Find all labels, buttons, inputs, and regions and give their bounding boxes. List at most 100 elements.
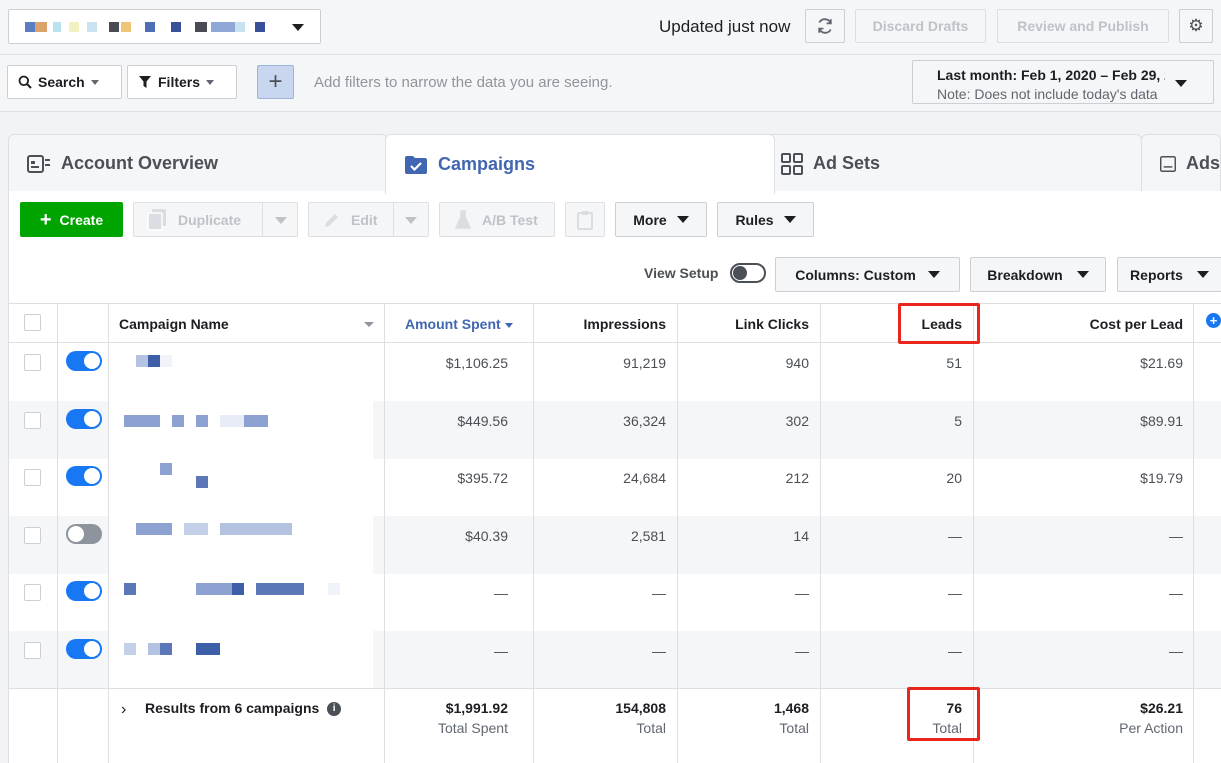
review-publish-button[interactable]: Review and Publish <box>997 9 1169 43</box>
info-icon[interactable]: i <box>327 702 342 717</box>
tab-ads[interactable]: Ads <box>1141 134 1221 192</box>
top-bar: Updated just now Discard Drafts Review a… <box>0 0 1221 55</box>
cell-link-clicks: 302 <box>785 412 809 429</box>
cell-leads: 20 <box>946 470 962 486</box>
duplicate-button[interactable]: Duplicate <box>133 202 298 237</box>
column-header-cost-per-lead[interactable]: Cost per Lead <box>1090 316 1183 332</box>
filters-label: Filters <box>158 74 201 90</box>
tab-account-overview[interactable]: Account Overview <box>8 134 388 192</box>
breakdown-label: Breakdown <box>987 266 1063 283</box>
campaign-status-toggle[interactable] <box>66 466 102 486</box>
tab-ad-sets[interactable]: Ad Sets <box>762 134 1142 192</box>
create-button[interactable]: + Create <box>20 202 123 237</box>
row-checkbox[interactable] <box>24 354 41 371</box>
expand-chevron-icon[interactable]: › <box>121 701 126 719</box>
campaign-status-toggle[interactable] <box>66 581 102 601</box>
row-checkbox[interactable] <box>24 411 41 429</box>
campaign-name-redacted[interactable] <box>108 458 373 516</box>
redacted-block <box>160 463 172 475</box>
total-clicks-label: Total <box>779 720 809 736</box>
date-range-picker[interactable]: Last month: Feb 1, 2020 – Feb 29, 2020 N… <box>912 60 1214 104</box>
account-selector[interactable] <box>8 9 321 44</box>
rules-label: Rules <box>735 211 774 228</box>
cell-amount-spent: $395.72 <box>457 470 508 486</box>
campaign-name-redacted[interactable] <box>108 630 373 689</box>
rules-button[interactable]: Rules <box>717 202 814 237</box>
table-row[interactable]: $1,106.25 91,219 940 51 $21.69 <box>9 343 1221 401</box>
campaign-status-toggle[interactable] <box>66 523 102 544</box>
cell-link-clicks: — <box>795 585 809 601</box>
chevron-down-icon <box>1076 271 1089 278</box>
redacted-block <box>256 583 304 595</box>
campaign-status-toggle[interactable] <box>66 638 102 659</box>
table-row[interactable]: $449.56 36,324 302 5 $89.91 <box>9 400 1221 459</box>
breakdown-button[interactable]: Breakdown <box>970 257 1106 292</box>
grid-icon <box>781 152 803 175</box>
edit-button[interactable]: Edit <box>308 202 429 237</box>
ab-test-button[interactable]: A/B Test <box>439 202 555 237</box>
add-column-icon[interactable]: + <box>1206 313 1221 328</box>
gear-icon: ⚙ <box>1188 16 1204 35</box>
column-header-amount-spent[interactable]: Amount Spent <box>405 316 513 332</box>
clipboard-icon <box>577 210 593 230</box>
cell-cost-per-lead: $19.79 <box>1140 470 1183 486</box>
chevron-down-icon <box>275 217 287 224</box>
campaign-status-toggle[interactable] <box>66 408 102 429</box>
column-header-campaign-name[interactable]: Campaign Name <box>119 316 229 332</box>
date-range-label: Last month: Feb 1, 2020 – Feb 29, 2020 <box>937 67 1165 83</box>
cell-amount-spent: — <box>494 642 508 659</box>
cell-impressions: — <box>652 642 666 659</box>
search-button[interactable]: Search <box>7 65 122 99</box>
clipboard-button[interactable] <box>565 202 605 237</box>
duplicate-icon <box>147 208 166 231</box>
row-checkbox[interactable] <box>24 469 41 486</box>
table-row[interactable]: — — — — — <box>9 573 1221 631</box>
chevron-down-icon <box>1196 271 1209 278</box>
refresh-icon <box>818 18 832 34</box>
ad-icon <box>1160 155 1176 172</box>
redacted-block <box>196 643 220 655</box>
cell-cost-per-lead: $21.69 <box>1140 355 1183 371</box>
cell-impressions: — <box>652 585 666 601</box>
search-label: Search <box>38 74 85 90</box>
reports-button[interactable]: Reports <box>1117 257 1221 292</box>
add-filter-button[interactable]: + <box>257 65 294 99</box>
filter-icon <box>139 76 151 88</box>
campaign-name-redacted[interactable] <box>108 573 373 631</box>
filters-button[interactable]: Filters <box>127 65 237 99</box>
chevron-down-icon <box>676 216 689 223</box>
cell-leads: — <box>948 585 962 601</box>
column-header-link-clicks[interactable]: Link Clicks <box>735 316 809 332</box>
redacted-block <box>136 523 172 535</box>
view-setup-toggle[interactable] <box>730 263 766 283</box>
settings-button[interactable]: ⚙ <box>1179 9 1213 43</box>
discard-drafts-button[interactable]: Discard Drafts <box>855 9 986 43</box>
columns-button[interactable]: Columns: Custom <box>775 257 960 292</box>
folder-check-icon <box>405 155 427 174</box>
cell-link-clicks: 212 <box>785 470 809 486</box>
redacted-block <box>244 415 268 427</box>
redacted-block <box>220 415 244 427</box>
cell-amount-spent: $449.56 <box>457 412 508 429</box>
table-row[interactable]: $395.72 24,684 212 20 $19.79 <box>9 458 1221 516</box>
redacted-block <box>136 355 148 367</box>
tab-campaigns[interactable]: Campaigns <box>385 134 775 194</box>
row-checkbox[interactable] <box>24 526 41 544</box>
campaign-status-toggle[interactable] <box>66 351 102 371</box>
table-row[interactable]: — — — — — <box>9 630 1221 689</box>
row-checkbox[interactable] <box>24 584 41 601</box>
cell-link-clicks: 940 <box>785 355 809 371</box>
campaign-name-redacted[interactable] <box>108 343 373 401</box>
sort-icon <box>364 322 374 327</box>
cell-leads: 51 <box>946 355 962 371</box>
column-header-impressions[interactable]: Impressions <box>584 316 666 332</box>
more-button[interactable]: More <box>615 202 707 237</box>
row-checkbox[interactable] <box>24 641 41 659</box>
select-all-checkbox[interactable] <box>24 314 41 331</box>
total-impressions-label: Total <box>636 720 666 736</box>
cell-amount-spent: — <box>494 585 508 601</box>
campaign-name-redacted[interactable] <box>108 400 373 459</box>
tab-label: Ad Sets <box>813 153 881 173</box>
cell-impressions: 36,324 <box>623 412 666 429</box>
refresh-button[interactable] <box>805 9 845 43</box>
